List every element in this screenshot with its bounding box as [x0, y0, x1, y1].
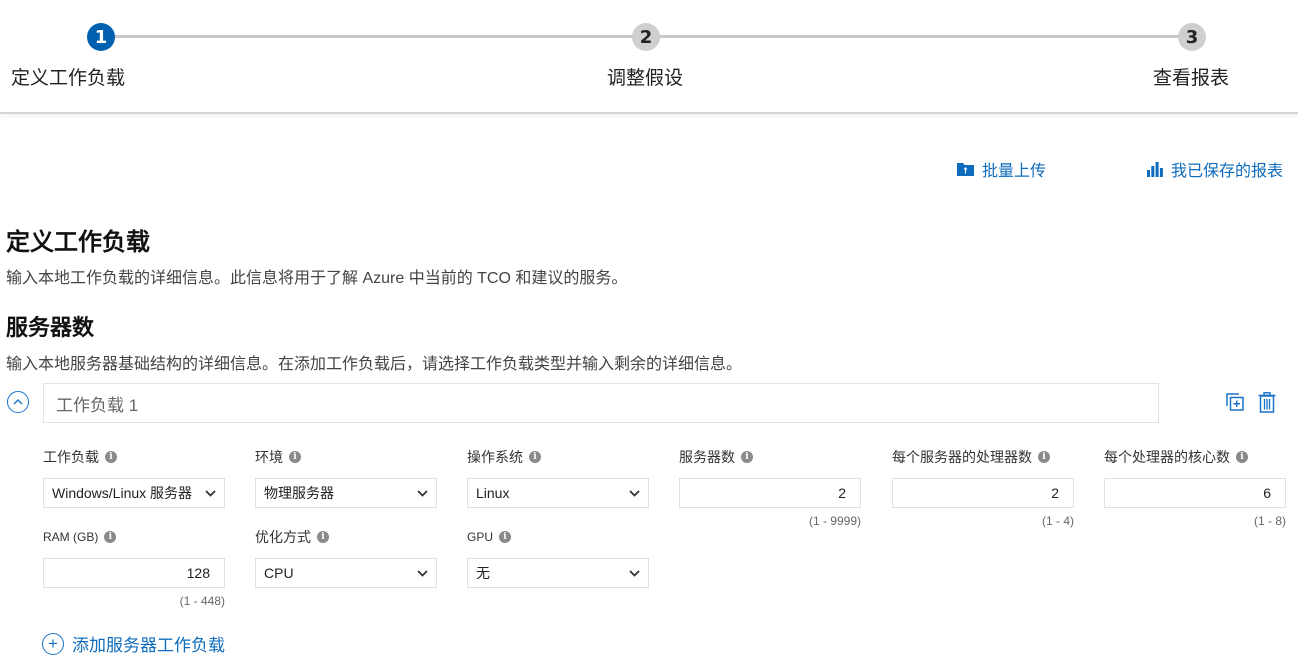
- ram-input-wrap[interactable]: [43, 558, 225, 588]
- page-title: 定义工作负载: [6, 229, 150, 256]
- environment-field: 环境 i 物理服务器: [255, 448, 437, 508]
- step-2-label[interactable]: 调整假设: [607, 63, 683, 90]
- servers-count-input[interactable]: [688, 484, 848, 502]
- gpu-value: 无: [476, 565, 490, 581]
- add-server-workload-link[interactable]: + 添加服务器工作负载: [42, 631, 225, 656]
- info-icon[interactable]: i: [317, 531, 329, 543]
- workload-type-label: 工作负载: [43, 449, 99, 465]
- servers-title: 服务器数: [6, 315, 95, 340]
- chevron-up-icon: [13, 399, 23, 405]
- cores-label: 每个处理器的核心数: [1104, 449, 1230, 465]
- bulk-upload-link[interactable]: 批量上传: [957, 157, 1046, 181]
- workload-type-value: Windows/Linux 服务器: [52, 485, 193, 501]
- gpu-field: GPU i 无: [467, 528, 649, 588]
- workload-type-field: 工作负载 i Windows/Linux 服务器: [43, 448, 225, 508]
- progress-stepper: 1 定义工作负载 2 调整假设 3 查看报表: [0, 0, 1298, 114]
- chevron-down-icon: [629, 489, 640, 497]
- step-connector: [646, 35, 1192, 38]
- delete-workload-button[interactable]: [1258, 392, 1276, 418]
- info-icon[interactable]: i: [741, 451, 753, 463]
- servers-count-label: 服务器数: [679, 449, 735, 465]
- environment-value: 物理服务器: [264, 485, 334, 501]
- step-2-indicator[interactable]: 2: [632, 23, 660, 51]
- os-field: 操作系统 i Linux: [467, 448, 649, 508]
- chevron-down-icon: [629, 569, 640, 577]
- collapse-workload-button[interactable]: [7, 391, 29, 413]
- optimize-value: CPU: [264, 565, 294, 581]
- servers-description: 输入本地服务器基础结构的详细信息。在添加工作负载后，请选择工作负载类型并输入剩余…: [6, 356, 743, 373]
- servers-count-field: 服务器数 i (1 - 9999): [679, 448, 861, 528]
- ram-label: RAM (GB): [43, 530, 99, 544]
- step-3-label[interactable]: 查看报表: [1153, 63, 1229, 90]
- environment-label: 环境: [255, 449, 283, 465]
- cores-range: (1 - 8): [1253, 514, 1286, 528]
- folder-upload-icon: [957, 163, 974, 176]
- servers-count-input-wrap[interactable]: [679, 478, 861, 508]
- page-description: 输入本地工作负载的详细信息。此信息将用于了解 Azure 中当前的 TCO 和建…: [6, 270, 628, 287]
- bar-chart-icon: [1147, 162, 1163, 177]
- chevron-down-icon: [417, 489, 428, 497]
- info-icon[interactable]: i: [529, 451, 541, 463]
- environment-select[interactable]: 物理服务器: [255, 478, 437, 508]
- optimize-field: 优化方式 i CPU: [255, 528, 437, 588]
- info-icon[interactable]: i: [104, 531, 117, 543]
- cores-input-wrap[interactable]: [1104, 478, 1286, 508]
- cores-input[interactable]: [1113, 484, 1273, 502]
- copy-add-icon: [1226, 393, 1244, 411]
- info-icon[interactable]: i: [105, 451, 117, 463]
- processors-input[interactable]: [901, 484, 1061, 502]
- chevron-down-icon: [417, 569, 428, 577]
- saved-reports-label: 我已保存的报表: [1171, 163, 1284, 180]
- os-value: Linux: [476, 485, 510, 501]
- chevron-down-icon: [205, 489, 216, 497]
- step-3-indicator[interactable]: 3: [1178, 23, 1206, 51]
- ram-input[interactable]: [52, 564, 212, 582]
- optimize-label: 优化方式: [255, 529, 311, 545]
- ram-range: (1 - 448): [179, 594, 225, 608]
- gpu-select[interactable]: 无: [467, 558, 649, 588]
- trash-icon: [1258, 392, 1276, 413]
- info-icon[interactable]: i: [289, 451, 301, 463]
- servers-count-range: (1 - 9999): [808, 514, 861, 528]
- add-server-workload-label: 添加服务器工作负载: [72, 636, 225, 655]
- step-1-indicator[interactable]: 1: [87, 23, 115, 51]
- info-icon[interactable]: i: [1236, 451, 1248, 463]
- gpu-label: GPU: [467, 530, 494, 544]
- plus-circle-icon: +: [42, 632, 64, 655]
- os-label: 操作系统: [467, 449, 523, 465]
- optimize-select[interactable]: CPU: [255, 558, 437, 588]
- step-connector: [101, 35, 646, 38]
- bulk-upload-label: 批量上传: [982, 163, 1047, 180]
- info-icon[interactable]: i: [499, 531, 512, 543]
- duplicate-workload-button[interactable]: [1226, 393, 1244, 416]
- processors-field: 每个服务器的处理器数 i (1 - 4): [892, 448, 1074, 528]
- step-1-label[interactable]: 定义工作负载: [11, 63, 125, 90]
- ram-field: RAM (GB) i (1 - 448): [43, 528, 225, 608]
- workload-name-input[interactable]: [43, 383, 1159, 423]
- info-icon[interactable]: i: [1038, 451, 1050, 463]
- processors-input-wrap[interactable]: [892, 478, 1074, 508]
- os-select[interactable]: Linux: [467, 478, 649, 508]
- workload-type-select[interactable]: Windows/Linux 服务器: [43, 478, 225, 508]
- cores-field: 每个处理器的核心数 i (1 - 8): [1104, 448, 1286, 528]
- saved-reports-link[interactable]: 我已保存的报表: [1147, 157, 1283, 181]
- processors-range: (1 - 4): [1041, 514, 1074, 528]
- processors-label: 每个服务器的处理器数: [892, 449, 1032, 465]
